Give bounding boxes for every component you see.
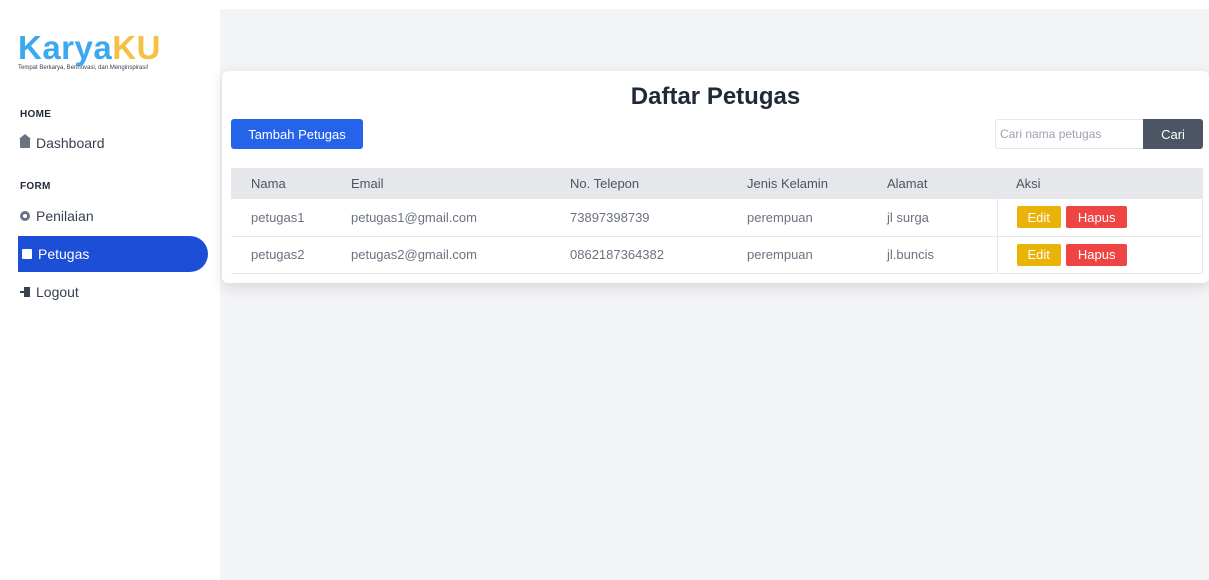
search-button[interactable]: Cari: [1143, 119, 1203, 149]
logout-icon: [20, 287, 30, 297]
cell-alamat: jl.buncis: [867, 236, 997, 274]
sidebar-item-label: Petugas: [38, 246, 90, 262]
cell-aksi: Edit Hapus: [996, 236, 1203, 274]
table-row: petugas2 petugas2@gmail.com 086218736438…: [231, 236, 1203, 274]
gear-icon: [20, 211, 30, 221]
cell-nama: petugas1: [231, 199, 331, 237]
table-header-row: Nama Email No. Telepon Jenis Kelamin Ala…: [231, 168, 1203, 199]
sidebar-item-dashboard[interactable]: Dashboard: [18, 125, 105, 161]
cell-telepon: 73897398739: [550, 199, 727, 237]
sidebar-item-petugas[interactable]: Petugas: [18, 236, 208, 272]
column-header-alamat: Alamat: [867, 168, 997, 199]
column-header-email: Email: [331, 168, 550, 199]
cell-email: petugas1@gmail.com: [331, 199, 550, 237]
home-icon: [19, 134, 31, 148]
cell-aksi: Edit Hapus: [996, 199, 1203, 237]
sidebar-item-label: Dashboard: [36, 135, 105, 151]
sidebar-item-label: Logout: [36, 284, 79, 300]
sidebar-item-label: Penilaian: [36, 208, 94, 224]
cell-telepon: 0862187364382: [550, 236, 727, 274]
column-header-aksi: Aksi: [997, 168, 1203, 199]
cell-alamat: jl surga: [867, 199, 997, 237]
cell-jenis-kelamin: perempuan: [727, 199, 867, 237]
edit-button[interactable]: Edit: [1016, 206, 1061, 229]
cell-email: petugas2@gmail.com: [331, 236, 550, 274]
delete-button[interactable]: Hapus: [1065, 206, 1128, 229]
petugas-table: Nama Email No. Telepon Jenis Kelamin Ala…: [231, 168, 1203, 274]
add-petugas-button[interactable]: Tambah Petugas: [231, 119, 363, 149]
section-label-form: FORM: [20, 181, 51, 192]
page-title: Daftar Petugas: [630, 83, 801, 110]
search-input[interactable]: [995, 119, 1143, 149]
brand-logo[interactable]: KaryaKU Tempat Berkarya, Berinovasi, dan…: [18, 29, 161, 72]
logo-text-karya: Karya: [18, 29, 113, 66]
column-header-jenis-kelamin: Jenis Kelamin: [727, 168, 867, 199]
edit-button[interactable]: Edit: [1016, 243, 1061, 266]
cell-nama: petugas2: [231, 236, 331, 274]
sidebar-item-penilaian[interactable]: Penilaian: [18, 198, 94, 234]
cell-jenis-kelamin: perempuan: [727, 236, 867, 274]
table-row: petugas1 petugas1@gmail.com 73897398739 …: [231, 199, 1203, 237]
document-icon: [22, 249, 32, 259]
column-header-telepon: No. Telepon: [550, 168, 727, 199]
column-header-nama: Nama: [231, 168, 331, 199]
logo-text-ku: KU: [112, 29, 161, 66]
sidebar: KaryaKU Tempat Berkarya, Berinovasi, dan…: [0, 0, 220, 580]
delete-button[interactable]: Hapus: [1065, 243, 1128, 266]
petugas-card: Daftar Petugas Tambah Petugas Cari Nama …: [222, 71, 1209, 283]
section-label-home: HOME: [20, 109, 52, 120]
brand-tagline: Tempat Berkarya, Berinovasi, dan Mengins…: [18, 65, 149, 71]
sidebar-item-logout[interactable]: Logout: [18, 274, 79, 310]
